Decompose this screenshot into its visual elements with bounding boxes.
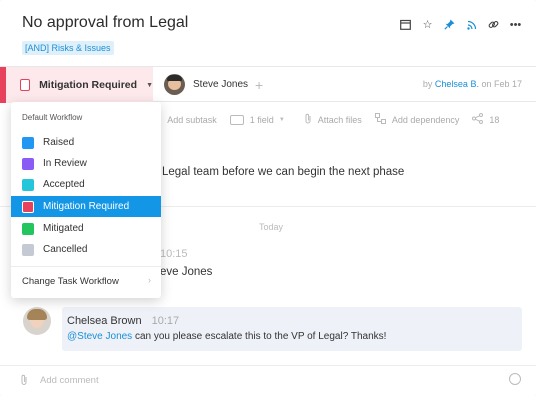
add-subtask-label: Add subtask	[167, 114, 217, 125]
comment-input[interactable]: Add comment	[40, 375, 99, 386]
add-dependency-button[interactable]: Add dependency	[374, 113, 460, 126]
comment-header: Chelsea Brown 10:17	[67, 315, 179, 327]
mention-link[interactable]: @Steve Jones	[67, 331, 132, 342]
change-workflow-item[interactable]: Change Task Workflow	[22, 276, 119, 287]
assignee[interactable]: Steve Jones +	[164, 74, 263, 95]
status-option-label: Cancelled	[43, 244, 88, 255]
chevron-right-icon: ›	[148, 275, 151, 285]
task-panel: No approval from Legal [AND] Risks & Iss…	[0, 0, 536, 396]
status-option-accepted[interactable]: Accepted	[11, 174, 161, 195]
comment-composer: Add comment	[0, 365, 536, 396]
status-swatch	[22, 178, 34, 191]
caret-down-icon: ▼	[278, 116, 285, 123]
header-actions: ☆ •••	[399, 18, 522, 31]
status-swatch	[22, 243, 34, 256]
stream-time: 10:15	[160, 248, 188, 260]
status-option-label: Mitigated	[43, 223, 84, 234]
comment-body: @Steve Jones can you please escalate thi…	[67, 331, 386, 342]
status-option-in-review[interactable]: In Review	[11, 153, 161, 174]
workflow-heading: Default Workflow	[22, 113, 83, 122]
day-separator: Today	[259, 222, 284, 232]
status-option-mitigation-required[interactable]: Mitigation Required	[11, 196, 161, 217]
attach-files-button[interactable]: Attach files	[304, 113, 362, 126]
add-dependency-label: Add dependency	[391, 114, 460, 125]
comment-text: can you please escalate this to the VP o…	[132, 331, 387, 342]
share-count-value: 18	[489, 114, 500, 125]
comment-time: 10:17	[151, 315, 180, 327]
star-icon[interactable]: ☆	[421, 18, 434, 31]
folder-tag[interactable]: [AND] Risks & Issues	[22, 41, 114, 55]
share-icon	[472, 113, 484, 126]
fields-label: 1 field	[249, 114, 274, 125]
status-bar: Mitigation Required ▼ Steve Jones + by C…	[0, 66, 536, 103]
status-label: Mitigation Required	[39, 79, 138, 91]
fields-button[interactable]: 1 field ▼	[229, 114, 291, 125]
share-count[interactable]: 18	[472, 113, 499, 126]
status-dropdown-button[interactable]: Mitigation Required ▼	[0, 67, 153, 103]
status-swatch	[22, 157, 34, 170]
status-option-label: Accepted	[43, 179, 85, 190]
status-option-label: Raised	[43, 137, 75, 148]
status-swatch	[22, 222, 34, 235]
more-icon[interactable]: •••	[509, 18, 522, 31]
avatar	[164, 74, 185, 95]
status-option-label: In Review	[43, 158, 87, 169]
task-title[interactable]: No approval from Legal	[22, 14, 188, 32]
caret-down-icon: ▼	[146, 81, 153, 89]
divider	[11, 266, 161, 267]
status-option-mitigated[interactable]: Mitigated	[11, 218, 161, 239]
rss-icon[interactable]	[465, 18, 478, 31]
attach-icon[interactable]	[20, 374, 28, 389]
status-checkbox-icon	[20, 79, 31, 91]
calendar-icon[interactable]	[399, 18, 412, 31]
add-assignee-icon[interactable]: +	[255, 77, 263, 93]
status-option-label: Mitigation Required	[43, 201, 130, 212]
avatar	[23, 307, 51, 335]
created-by: by Chelsea B. on Feb 17	[423, 79, 522, 89]
emoji-icon[interactable]	[509, 373, 521, 385]
status-swatch	[22, 136, 34, 149]
status-option-raised[interactable]: Raised	[11, 132, 161, 153]
status-swatch	[22, 200, 34, 213]
stream-text: eve Jones	[160, 266, 213, 278]
dependency-icon	[374, 113, 386, 126]
paperclip-icon	[304, 113, 312, 126]
comment-bubble: Chelsea Brown 10:17 @Steve Jones can you …	[62, 307, 522, 351]
field-icon	[229, 114, 244, 125]
attach-files-label: Attach files	[317, 114, 362, 125]
comment-author[interactable]: Chelsea Brown	[67, 315, 142, 327]
created-date: on Feb 17	[481, 79, 522, 89]
status-option-cancelled[interactable]: Cancelled	[11, 239, 161, 260]
created-by-prefix: by	[422, 79, 433, 89]
pin-icon[interactable]	[443, 18, 456, 31]
status-menu: Default Workflow Raised In Review Accept…	[11, 102, 161, 298]
assignee-name: Steve Jones	[193, 79, 249, 90]
link-icon[interactable]	[487, 18, 500, 31]
task-description[interactable]: Legal team before we can begin the next …	[162, 166, 404, 178]
task-toolbar: ≡ Add subtask 1 field ▼ Attach files Add…	[156, 113, 499, 126]
author-link[interactable]: Chelsea B.	[435, 79, 479, 89]
add-subtask-button[interactable]: ≡ Add subtask	[156, 115, 217, 125]
